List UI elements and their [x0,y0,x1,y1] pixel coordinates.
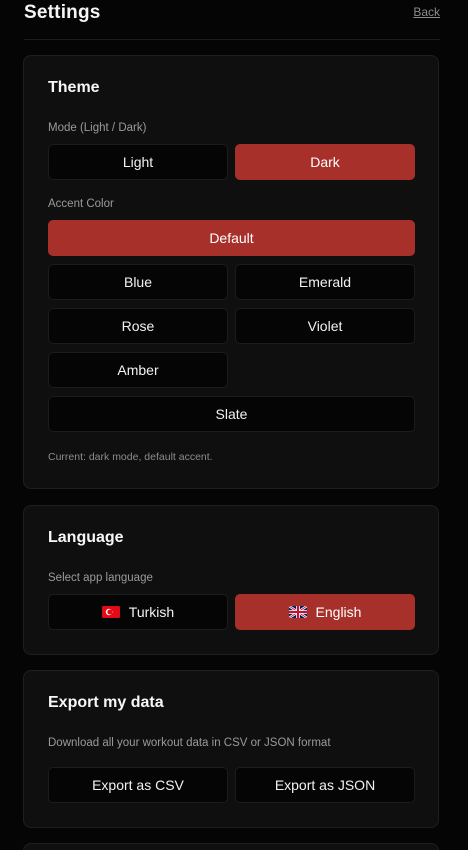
settings-page: Settings Back Theme Mode (Light / Dark) … [0,0,468,850]
export-csv-button[interactable]: Export as CSV [48,767,228,803]
accent-blue-button[interactable]: Blue [48,264,228,300]
back-link[interactable]: Back [413,5,440,19]
language-title: Language [48,529,124,546]
accent-violet-button[interactable]: Violet [235,308,415,344]
accent-amber-button[interactable]: Amber [48,352,228,388]
accent-slate-button[interactable]: Slate [48,396,415,432]
page-title: Settings [24,2,101,23]
mode-dark-button[interactable]: Dark [235,144,415,180]
language-select-label: Select app language [48,572,153,584]
language-english-label: English [315,604,362,620]
export-title: Export my data [48,694,164,711]
next-card-partial [23,843,439,850]
language-english-button[interactable]: English [235,594,415,630]
turkey-flag-icon [101,606,120,618]
language-card: Language Select app language Turkish Eng… [23,505,439,655]
language-turkish-label: Turkish [128,604,175,620]
export-card: Export my data Download all your workout… [23,670,439,828]
export-json-button[interactable]: Export as JSON [235,767,415,803]
accent-emerald-button[interactable]: Emerald [235,264,415,300]
accent-rose-button[interactable]: Rose [48,308,228,344]
accent-default-button[interactable]: Default [48,220,415,256]
current-theme-note: Current: dark mode, default accent. [48,451,213,463]
mode-light-button[interactable]: Light [48,144,228,180]
language-turkish-button[interactable]: Turkish [48,594,228,630]
theme-title: Theme [48,79,100,96]
theme-card: Theme Mode (Light / Dark) Light Dark Acc… [23,55,439,489]
uk-flag-icon [288,606,307,618]
export-description: Download all your workout data in CSV or… [48,737,331,749]
accent-label: Accent Color [48,198,114,210]
mode-label: Mode (Light / Dark) [48,122,147,134]
page-header: Settings Back [24,0,440,40]
